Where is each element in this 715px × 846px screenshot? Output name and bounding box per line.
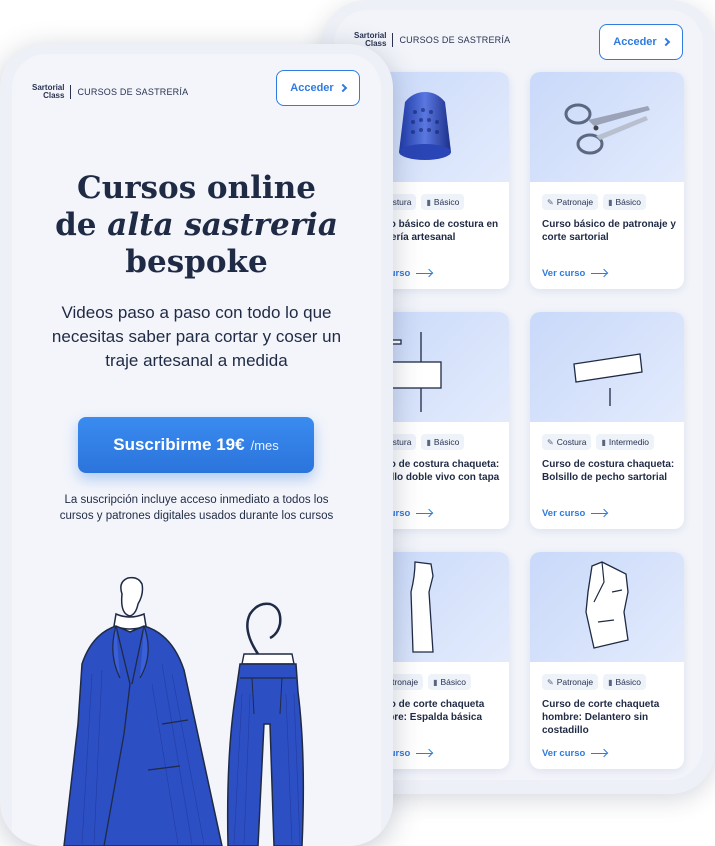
logo-divider [392,33,394,47]
signal-bars-icon: ▮ [601,437,606,447]
pencil-icon: ✎ [547,197,554,207]
course-card[interactable]: ✎Patronaje ▮Básico Curso de corte chaque… [530,552,684,769]
arrow-right-icon [416,272,433,275]
course-card[interactable]: ✎ Patronaje ▮ Básico Curso básico de patro… [530,72,684,289]
logo-divider [70,85,72,99]
course-title: Curso básico de patronaje y corte sartor… [542,219,676,243]
level-tag: ▮ Básico [603,674,647,690]
subscription-note: La suscripción incluye acceso inmediato … [59,494,334,522]
arrow-right-icon [416,752,433,755]
brand-logo: Sartorial Class [32,83,65,100]
view-course-link[interactable]: Ver curso [542,748,608,759]
header-logo[interactable]: Sartorial Class CURSOS DE SASTRERÍA [354,32,510,48]
arrow-right-icon [591,752,608,755]
brand-section: CURSOS DE SASTRERÍA [399,35,511,45]
signal-bars-icon: ▮ [433,677,438,687]
needle-icon: ✎ [547,437,554,447]
course-title: Curso de costura chaqueta: Bolsillo de p… [542,459,675,483]
level-tag: ▮ Básico [428,674,472,690]
course-image [530,552,684,662]
hero-subtitle: Videos paso a paso con todo lo que neces… [51,303,342,370]
signal-bars-icon: ▮ [608,677,613,687]
category-tag: ✎Costura [542,434,592,450]
front-phone-frame: Sartorial Class CURSOS DE SASTRERÍA Acce… [0,44,393,846]
landing-screen: Sartorial Class CURSOS DE SASTRERÍA Acce… [12,54,381,846]
course-image [530,312,684,422]
pencil-icon: ✎ [547,677,554,687]
brand-section: CURSOS DE SASTRERÍA [77,87,189,97]
signal-bars-icon: ▮ [426,437,431,447]
login-button[interactable]: Acceder [599,24,683,60]
level-tag: ▮ Intermedio [596,434,655,450]
course-image [530,72,684,182]
course-title: Curso de corte chaqueta hombre: Delanter… [542,699,660,736]
category-tag: ✎Patronaje [542,674,599,690]
level-tag: ▮ Básico [603,194,647,210]
arrow-right-icon [416,512,433,515]
subscribe-button[interactable]: Suscribirme 19€ /mes [78,417,314,473]
chevron-right-icon [661,37,670,47]
view-course-link[interactable]: Ver curso [542,268,608,279]
login-button[interactable]: Acceder [276,70,360,106]
arrow-right-icon [591,512,608,515]
breast-pocket-icon [573,353,643,406]
header-logo[interactable]: Sartorial Class CURSOS DE SASTRERÍA [32,84,188,100]
scissors-icon [564,103,650,155]
suit-illustration [63,576,305,846]
jacket-front-icon [585,561,629,649]
signal-bars-icon: ▮ [608,197,613,207]
level-tag: ▮ Básico [421,434,465,450]
signal-bars-icon: ▮ [426,197,431,207]
category-tag: ✎Patronaje [542,194,599,210]
hero-title: Cursos online de alta sastreria bespoke [55,170,338,280]
course-card[interactable]: ✎ Costura ▮ Intermedio Curso de costura ch… [530,312,684,529]
view-course-link[interactable]: Ver curso [542,508,608,519]
chevron-right-icon [338,83,347,93]
arrow-right-icon [591,272,608,275]
level-tag: ▮ Básico [421,194,465,210]
